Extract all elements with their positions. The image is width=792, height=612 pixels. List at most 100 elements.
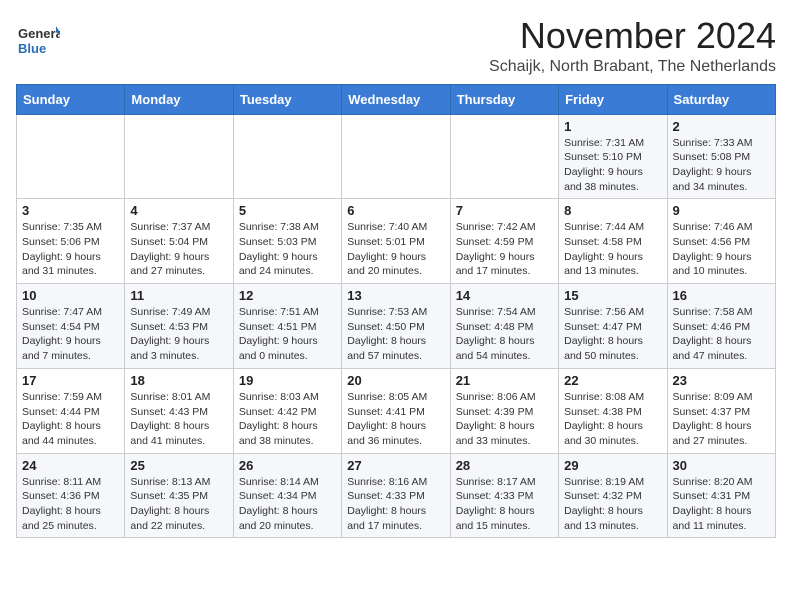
day-cell: 18Sunrise: 8:01 AM Sunset: 4:43 PM Dayli… <box>125 368 233 453</box>
day-number: 12 <box>239 288 336 303</box>
day-cell <box>233 114 341 199</box>
day-info: Sunrise: 7:37 AM Sunset: 5:04 PM Dayligh… <box>130 220 227 279</box>
day-info: Sunrise: 8:09 AM Sunset: 4:37 PM Dayligh… <box>673 390 770 449</box>
header-friday: Friday <box>559 84 667 114</box>
week-row-1: 1 Sunrise: 7:31 AM Sunset: 5:10 PM Daylig… <box>17 114 776 199</box>
day-info: Sunrise: 8:05 AM Sunset: 4:41 PM Dayligh… <box>347 390 444 449</box>
day-number: 29 <box>564 458 661 473</box>
day-number: 9 <box>673 203 770 218</box>
day-number: 13 <box>347 288 444 303</box>
header-thursday: Thursday <box>450 84 558 114</box>
day-number: 2 <box>673 119 770 134</box>
day-cell: 24Sunrise: 8:11 AM Sunset: 4:36 PM Dayli… <box>17 453 125 538</box>
day-cell: 16 Sunrise: 7:58 AM Sunset: 4:46 PM Dayli… <box>667 284 775 369</box>
svg-text:Blue: Blue <box>18 41 46 56</box>
day-info: Sunrise: 8:03 AM Sunset: 4:42 PM Dayligh… <box>239 390 336 449</box>
day-cell: 27Sunrise: 8:16 AM Sunset: 4:33 PM Dayli… <box>342 453 450 538</box>
day-number: 21 <box>456 373 553 388</box>
svg-text:General: General <box>18 26 60 41</box>
subtitle: Schaijk, North Brabant, The Netherlands <box>489 58 776 76</box>
day-number: 18 <box>130 373 227 388</box>
day-number: 30 <box>673 458 770 473</box>
day-info: Sunrise: 7:58 AM Sunset: 4:46 PM Dayligh… <box>673 305 770 364</box>
month-title: November 2024 <box>489 16 776 56</box>
calendar-header-row: SundayMondayTuesdayWednesdayThursdayFrid… <box>17 84 776 114</box>
day-info: Sunrise: 8:19 AM Sunset: 4:32 PM Dayligh… <box>564 475 661 534</box>
day-number: 17 <box>22 373 119 388</box>
day-number: 25 <box>130 458 227 473</box>
day-number: 8 <box>564 203 661 218</box>
day-info: Sunrise: 7:35 AM Sunset: 5:06 PM Dayligh… <box>22 220 119 279</box>
day-number: 14 <box>456 288 553 303</box>
day-info: Sunrise: 8:08 AM Sunset: 4:38 PM Dayligh… <box>564 390 661 449</box>
day-info: Sunrise: 7:44 AM Sunset: 4:58 PM Dayligh… <box>564 220 661 279</box>
day-cell: 5 Sunrise: 7:38 AM Sunset: 5:03 PM Daylig… <box>233 199 341 284</box>
day-cell: 2Sunrise: 7:33 AM Sunset: 5:08 PM Daylig… <box>667 114 775 199</box>
day-number: 23 <box>673 373 770 388</box>
day-number: 3 <box>22 203 119 218</box>
day-cell: 10 Sunrise: 7:47 AM Sunset: 4:54 PM Dayli… <box>17 284 125 369</box>
day-number: 28 <box>456 458 553 473</box>
day-number: 20 <box>347 373 444 388</box>
day-number: 26 <box>239 458 336 473</box>
day-info: Sunrise: 7:38 AM Sunset: 5:03 PM Dayligh… <box>239 220 336 279</box>
day-number: 10 <box>22 288 119 303</box>
day-cell: 7 Sunrise: 7:42 AM Sunset: 4:59 PM Daylig… <box>450 199 558 284</box>
week-row-4: 17 Sunrise: 7:59 AM Sunset: 4:44 PM Dayli… <box>17 368 776 453</box>
day-number: 11 <box>130 288 227 303</box>
day-info: Sunrise: 8:11 AM Sunset: 4:36 PM Dayligh… <box>22 475 119 534</box>
title-area: November 2024 Schaijk, North Brabant, Th… <box>489 16 776 76</box>
day-info: Sunrise: 7:59 AM Sunset: 4:44 PM Dayligh… <box>22 390 119 449</box>
day-number: 5 <box>239 203 336 218</box>
day-cell: 25 Sunrise: 8:13 AM Sunset: 4:35 PM Dayli… <box>125 453 233 538</box>
day-info: Sunrise: 7:51 AM Sunset: 4:51 PM Dayligh… <box>239 305 336 364</box>
day-cell: 9Sunrise: 7:46 AM Sunset: 4:56 PM Daylig… <box>667 199 775 284</box>
day-number: 19 <box>239 373 336 388</box>
header-monday: Monday <box>125 84 233 114</box>
day-cell: 23 Sunrise: 8:09 AM Sunset: 4:37 PM Dayli… <box>667 368 775 453</box>
day-number: 22 <box>564 373 661 388</box>
day-info: Sunrise: 7:56 AM Sunset: 4:47 PM Dayligh… <box>564 305 661 364</box>
header-sunday: Sunday <box>17 84 125 114</box>
day-cell: 4 Sunrise: 7:37 AM Sunset: 5:04 PM Daylig… <box>125 199 233 284</box>
day-cell: 13 Sunrise: 7:53 AM Sunset: 4:50 PM Dayli… <box>342 284 450 369</box>
day-cell <box>450 114 558 199</box>
day-number: 15 <box>564 288 661 303</box>
header-tuesday: Tuesday <box>233 84 341 114</box>
day-info: Sunrise: 8:06 AM Sunset: 4:39 PM Dayligh… <box>456 390 553 449</box>
day-number: 1 <box>564 119 661 134</box>
day-info: Sunrise: 7:54 AM Sunset: 4:48 PM Dayligh… <box>456 305 553 364</box>
day-info: Sunrise: 7:40 AM Sunset: 5:01 PM Dayligh… <box>347 220 444 279</box>
week-row-2: 3 Sunrise: 7:35 AM Sunset: 5:06 PM Daylig… <box>17 199 776 284</box>
header-saturday: Saturday <box>667 84 775 114</box>
day-cell: 15 Sunrise: 7:56 AM Sunset: 4:47 PM Dayli… <box>559 284 667 369</box>
header: General Blue November 2024 Schaijk, Nort… <box>16 16 776 76</box>
logo: General Blue <box>16 20 60 64</box>
day-cell: 14 Sunrise: 7:54 AM Sunset: 4:48 PM Dayli… <box>450 284 558 369</box>
header-wednesday: Wednesday <box>342 84 450 114</box>
day-cell: 1 Sunrise: 7:31 AM Sunset: 5:10 PM Daylig… <box>559 114 667 199</box>
day-info: Sunrise: 8:16 AM Sunset: 4:33 PM Dayligh… <box>347 475 444 534</box>
day-cell <box>125 114 233 199</box>
day-info: Sunrise: 8:13 AM Sunset: 4:35 PM Dayligh… <box>130 475 227 534</box>
day-info: Sunrise: 7:53 AM Sunset: 4:50 PM Dayligh… <box>347 305 444 364</box>
day-info: Sunrise: 7:47 AM Sunset: 4:54 PM Dayligh… <box>22 305 119 364</box>
day-info: Sunrise: 8:20 AM Sunset: 4:31 PM Dayligh… <box>673 475 770 534</box>
day-info: Sunrise: 8:17 AM Sunset: 4:33 PM Dayligh… <box>456 475 553 534</box>
day-cell: 19 Sunrise: 8:03 AM Sunset: 4:42 PM Dayli… <box>233 368 341 453</box>
day-number: 6 <box>347 203 444 218</box>
day-cell: 17 Sunrise: 7:59 AM Sunset: 4:44 PM Dayli… <box>17 368 125 453</box>
day-cell: 26Sunrise: 8:14 AM Sunset: 4:34 PM Dayli… <box>233 453 341 538</box>
day-info: Sunrise: 7:31 AM Sunset: 5:10 PM Dayligh… <box>564 136 661 195</box>
day-cell: 11Sunrise: 7:49 AM Sunset: 4:53 PM Dayli… <box>125 284 233 369</box>
day-cell: 29 Sunrise: 8:19 AM Sunset: 4:32 PM Dayli… <box>559 453 667 538</box>
calendar: SundayMondayTuesdayWednesdayThursdayFrid… <box>16 84 776 539</box>
day-cell <box>342 114 450 199</box>
day-number: 4 <box>130 203 227 218</box>
day-cell: 20 Sunrise: 8:05 AM Sunset: 4:41 PM Dayli… <box>342 368 450 453</box>
day-cell: 30 Sunrise: 8:20 AM Sunset: 4:31 PM Dayli… <box>667 453 775 538</box>
day-info: Sunrise: 7:42 AM Sunset: 4:59 PM Dayligh… <box>456 220 553 279</box>
day-cell: 28 Sunrise: 8:17 AM Sunset: 4:33 PM Dayli… <box>450 453 558 538</box>
day-number: 16 <box>673 288 770 303</box>
day-number: 7 <box>456 203 553 218</box>
